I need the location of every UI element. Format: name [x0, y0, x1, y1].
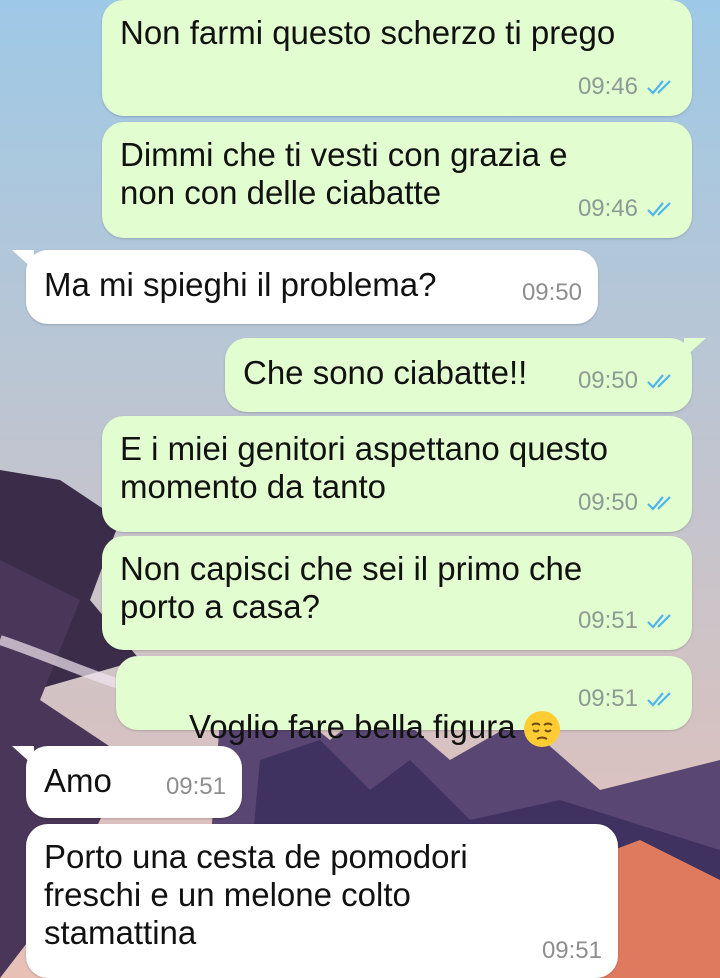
message-time: 09:50: [577, 367, 638, 394]
message-time: 09:51: [165, 773, 226, 800]
message-incoming[interactable]: Ma mi spieghi il problema? 09:50: [12, 250, 598, 324]
message-text: Non capisci che sei il primo che porto a…: [120, 550, 583, 625]
pensive-face-icon: [523, 711, 560, 748]
double-check-icon: [647, 496, 671, 511]
message-outgoing[interactable]: Non farmi questo scherzo ti prego 09:46: [102, 0, 692, 116]
chat-thread: Non farmi questo scherzo ti prego 09:46 …: [0, 0, 720, 978]
message-text: Porto una cesta de pomodori freschi e un…: [44, 838, 468, 951]
message-incoming[interactable]: Amo 09:51: [12, 746, 242, 818]
message-text: Dimmi che ti vesti con grazia e non con …: [120, 136, 568, 211]
double-check-icon: [647, 692, 671, 707]
double-check-icon: [647, 80, 671, 95]
message-text: Amo: [44, 762, 112, 799]
message-time: 09:50: [577, 489, 638, 516]
message-outgoing[interactable]: Non capisci che sei il primo che porto a…: [102, 536, 692, 650]
message-time: 09:46: [577, 195, 638, 222]
message-text: Non farmi questo scherzo ti prego: [120, 14, 616, 51]
message-time: 09:51: [577, 607, 638, 634]
message-time: 09:51: [541, 937, 602, 964]
message-text: E i miei genitori aspettano questo momen…: [120, 430, 608, 505]
message-text: Che sono ciabatte!!: [243, 354, 528, 391]
bubble-tail: [12, 250, 34, 270]
bubble-tail: [12, 746, 34, 766]
bubble-tail: [684, 338, 706, 358]
double-check-icon: [647, 374, 671, 389]
double-check-icon: [647, 614, 671, 629]
message-text: Voglio fare bella figura: [189, 708, 516, 745]
double-check-icon: [647, 202, 671, 217]
message-time: 09:51: [577, 685, 638, 712]
message-incoming[interactable]: Porto una cesta de pomodori freschi e un…: [26, 824, 618, 978]
message-time: 09:50: [521, 279, 582, 306]
message-outgoing[interactable]: Dimmi che ti vesti con grazia e non con …: [102, 122, 692, 238]
message-time: 09:46: [577, 73, 638, 100]
message-outgoing[interactable]: Voglio fare bella figura 09:51: [116, 656, 692, 748]
message-text: Ma mi spieghi il problema?: [44, 266, 437, 303]
message-outgoing[interactable]: Che sono ciabatte!! 09:50: [225, 338, 706, 412]
message-outgoing[interactable]: E i miei genitori aspettano questo momen…: [102, 416, 692, 532]
